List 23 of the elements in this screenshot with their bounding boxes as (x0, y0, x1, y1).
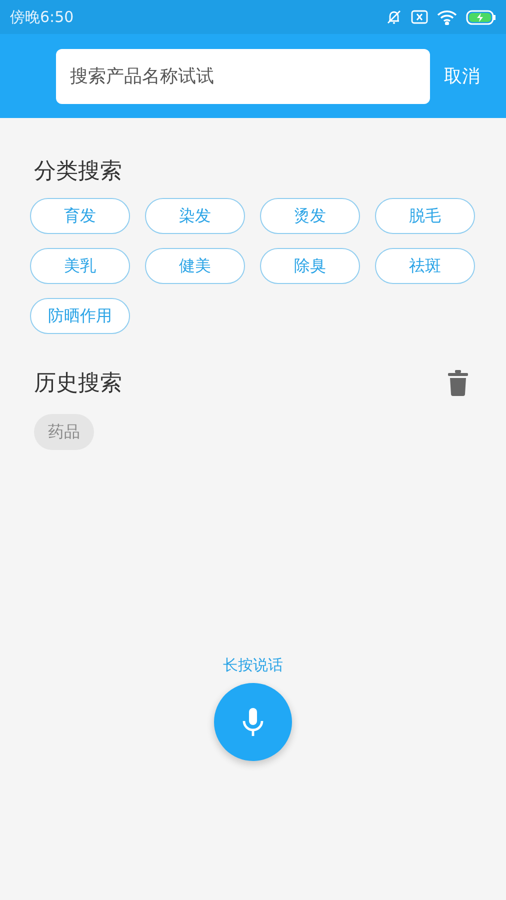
category-tag[interactable]: 脱毛 (375, 198, 475, 234)
microphone-icon (242, 707, 264, 737)
search-field[interactable]: 搜索产品名称试试 (56, 48, 430, 104)
bell-off-icon (386, 9, 402, 25)
category-tag[interactable]: 祛斑 (375, 248, 475, 284)
category-tag[interactable]: 美乳 (30, 248, 130, 284)
trash-icon[interactable] (448, 370, 468, 396)
section-title: 分类搜索 (33, 158, 123, 186)
category-tag[interactable]: 除臭 (260, 248, 360, 284)
category-tag[interactable]: 烫发 (260, 198, 360, 234)
cancel-button[interactable]: 取消 (444, 60, 480, 92)
category-tag[interactable]: 染发 (145, 198, 245, 234)
section-title: 历史搜索 (34, 370, 122, 398)
category-tag[interactable]: 健美 (145, 248, 245, 284)
status-time: 傍晚6:50 (10, 8, 74, 26)
wifi-icon (437, 10, 457, 24)
sim-icon (411, 10, 428, 24)
category-tag[interactable]: 防晒作用 (30, 298, 130, 334)
category-tag[interactable]: 育发 (30, 198, 130, 234)
voice-hint: 长按说话 (223, 656, 283, 675)
microphone-button[interactable] (214, 683, 292, 761)
battery-icon (466, 10, 496, 24)
history-chip[interactable]: 药品 (34, 414, 94, 450)
